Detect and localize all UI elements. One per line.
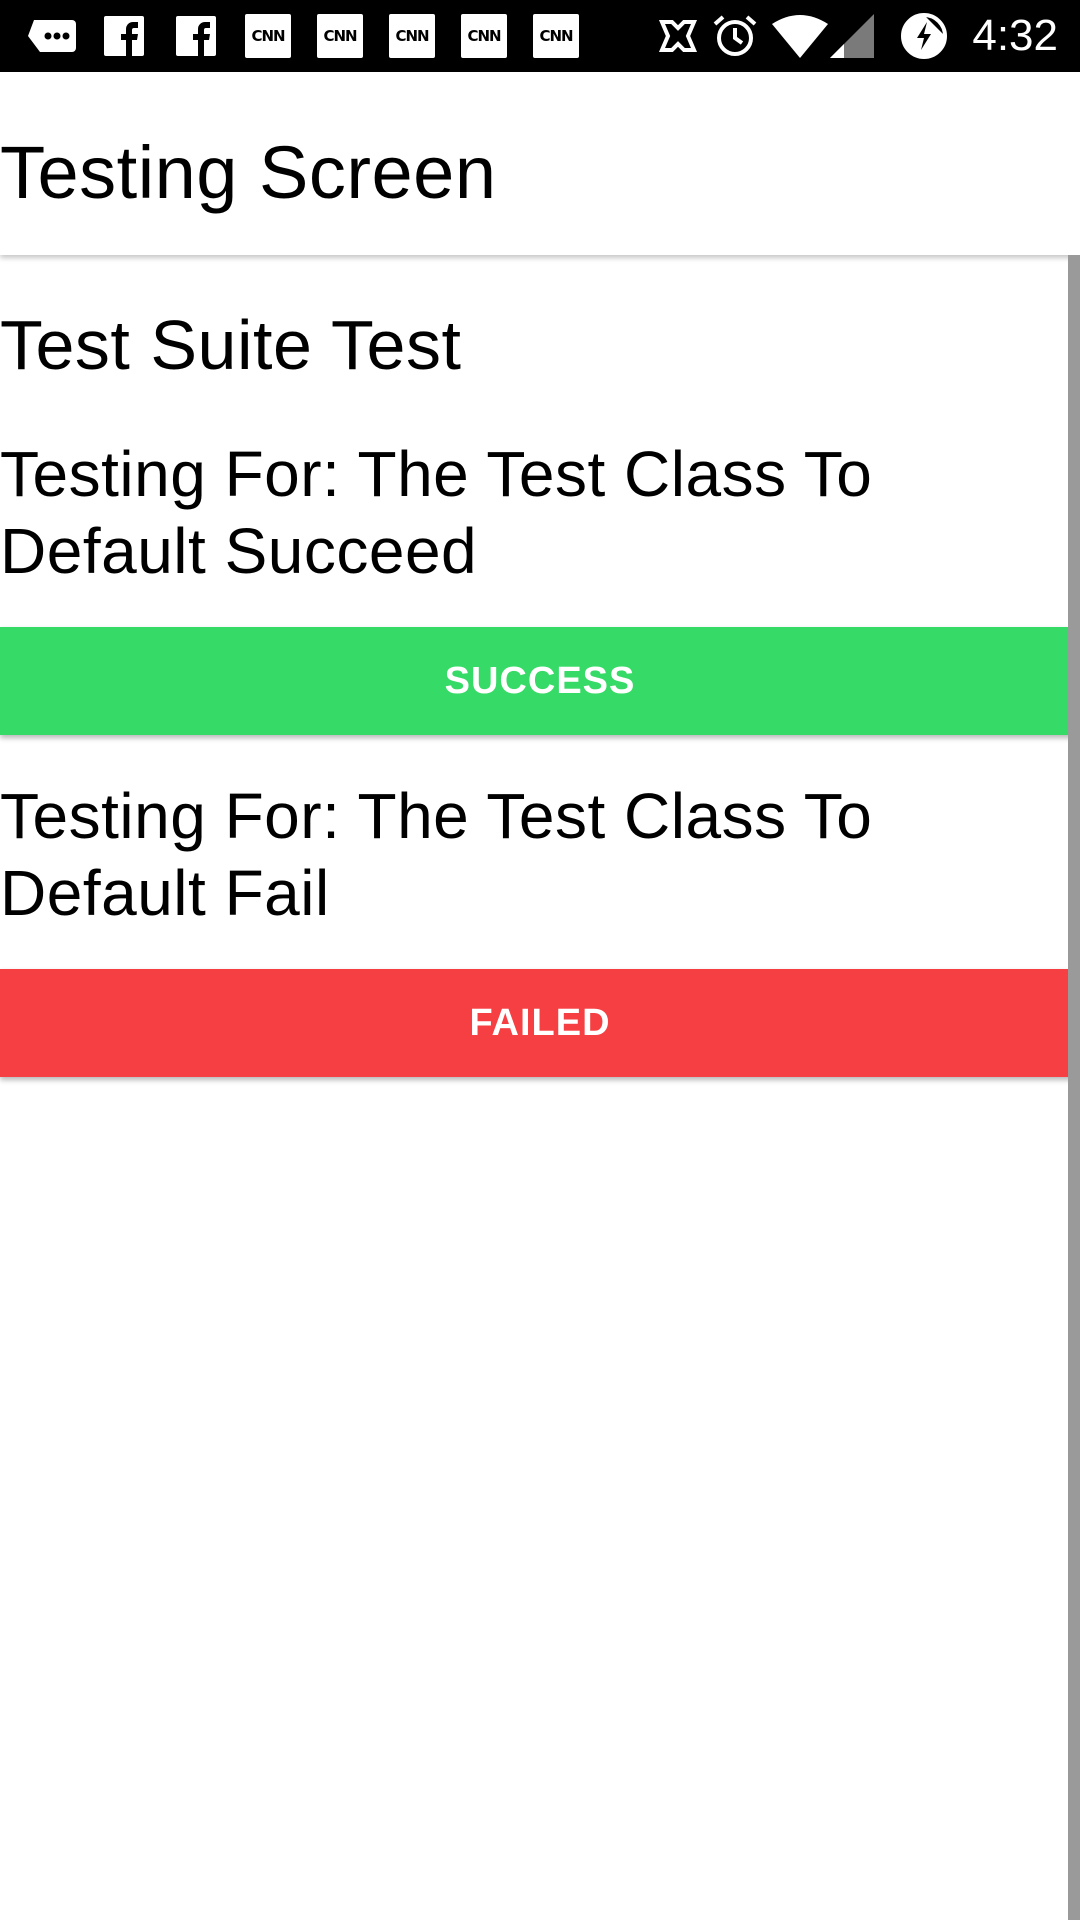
system-icons: 4:32 (644, 0, 1058, 72)
test-label-succeed: Testing For: The Test Class To Default S… (0, 438, 873, 587)
wifi-icon (772, 14, 829, 58)
cnn-icon: CNN (314, 14, 366, 58)
failed-button[interactable]: FAILED (0, 969, 1080, 1077)
facebook-icon (98, 14, 150, 58)
notification-icons: CNN CNN CNN CNN CNN (26, 14, 602, 58)
suite-title: Test Suite Test (0, 306, 462, 384)
status-time: 4:32 (972, 11, 1058, 60)
cnn-icon-label: CNN (389, 14, 435, 58)
signal-icon (830, 14, 875, 58)
cnn-icon-label: CNN (461, 14, 507, 58)
status-bar: CNN CNN CNN CNN CNN 4:32 (0, 0, 1080, 72)
cnn-icon: CNN (458, 14, 510, 58)
facebook-icon (170, 14, 222, 58)
page-title: Testing Screen (0, 131, 497, 214)
app-bar: Testing Screen (0, 72, 1080, 255)
test-results-list[interactable]: Test Suite Test Testing For: The Test Cl… (0, 255, 1080, 1920)
test-label-fail: Testing For: The Test Class To Default F… (0, 780, 873, 929)
cnn-icon-label: CNN (317, 14, 363, 58)
chat-bubble-icon (26, 14, 78, 58)
alarm-icon (712, 13, 758, 59)
cnn-icon: CNN (386, 14, 438, 58)
cnn-icon: CNN (530, 14, 582, 58)
battery-charging-icon (900, 12, 948, 60)
nfc-icon (658, 16, 698, 56)
cnn-icon: CNN (242, 14, 294, 58)
success-button[interactable]: SUCCESS (0, 627, 1080, 735)
cnn-icon-label: CNN (245, 14, 291, 58)
scrollbar[interactable] (1068, 255, 1080, 1920)
cnn-icon-label: CNN (533, 14, 579, 58)
